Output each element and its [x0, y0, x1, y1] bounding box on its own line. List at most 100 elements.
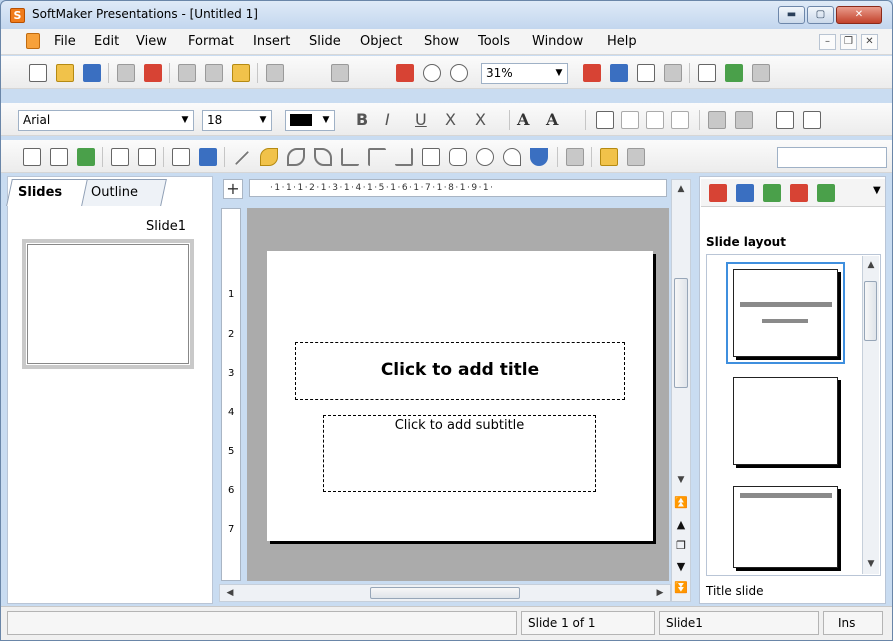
animation-icon[interactable]: [627, 148, 645, 166]
ellipse-icon[interactable]: [476, 148, 494, 166]
tab-outline[interactable]: Outline: [79, 179, 167, 206]
paint-icon[interactable]: [664, 64, 682, 82]
align-left-icon[interactable]: [596, 111, 614, 129]
menu-format[interactable]: Format: [188, 34, 234, 49]
menu-help[interactable]: Help: [607, 34, 637, 49]
vertical-ruler[interactable]: 1 2 3 4 5 6 7: [221, 208, 241, 581]
menu-insert[interactable]: Insert: [253, 34, 290, 49]
columns-icon[interactable]: [752, 64, 770, 82]
ole-insert-icon[interactable]: [111, 148, 129, 166]
last-slide-icon[interactable]: ⏬: [674, 580, 688, 596]
underline-button[interactable]: U: [415, 110, 427, 129]
copy-icon[interactable]: [205, 64, 223, 82]
curved-connector-icon[interactable]: [395, 148, 413, 166]
textart-icon[interactable]: [530, 148, 548, 166]
subscript-button[interactable]: A: [546, 110, 558, 129]
table-insert-icon[interactable]: [50, 148, 68, 166]
first-slide-icon[interactable]: ⏫: [674, 495, 688, 511]
paste-icon[interactable]: [232, 64, 250, 82]
superscript-button[interactable]: A: [517, 110, 529, 129]
scroll-right-icon[interactable]: ▶: [652, 585, 668, 601]
layout-tab-icon[interactable]: [709, 184, 727, 202]
slide[interactable]: Click to add title Click to add subtitle: [267, 251, 653, 541]
background-icon[interactable]: [790, 184, 808, 202]
doc-close-button[interactable]: ✕: [861, 34, 878, 50]
bold-button[interactable]: B: [356, 110, 368, 129]
cut-icon[interactable]: [178, 64, 196, 82]
transition-icon[interactable]: [817, 184, 835, 202]
object-name-field[interactable]: [777, 147, 887, 168]
actual-size-icon[interactable]: [396, 64, 414, 82]
subtitle-placeholder[interactable]: Click to add subtitle: [323, 415, 596, 492]
textframe-insert-icon[interactable]: [23, 148, 41, 166]
menu-slide[interactable]: Slide: [309, 34, 341, 49]
curve-icon[interactable]: [287, 148, 305, 166]
zoom-icon[interactable]: [423, 64, 441, 82]
film-insert-icon[interactable]: [172, 148, 190, 166]
text-color-combo[interactable]: ▼: [285, 110, 335, 131]
double-strike-button[interactable]: X: [475, 110, 486, 129]
scroll-thumb[interactable]: [674, 278, 688, 388]
open-icon[interactable]: [56, 64, 74, 82]
outline-icon[interactable]: [637, 64, 655, 82]
slide-thumbnail[interactable]: [22, 239, 194, 369]
text-frame-icon[interactable]: [583, 64, 601, 82]
save-icon[interactable]: [83, 64, 101, 82]
chevron-down-icon[interactable]: ▼: [318, 111, 334, 130]
scroll-up-icon[interactable]: ▲: [673, 181, 689, 197]
pilcrow-icon[interactable]: [698, 64, 716, 82]
menu-object[interactable]: Object: [360, 34, 402, 49]
align-center-icon[interactable]: [621, 111, 639, 129]
maximize-button[interactable]: ▢: [807, 6, 834, 24]
menu-show[interactable]: Show: [424, 34, 459, 49]
minimize-button[interactable]: ▬: [778, 6, 805, 24]
scroll-down-icon[interactable]: ▼: [673, 472, 689, 488]
scroll-thumb[interactable]: [864, 281, 877, 341]
grid-icon[interactable]: [566, 148, 584, 166]
rectangle-icon[interactable]: [422, 148, 440, 166]
rounded-rectangle-icon[interactable]: [449, 148, 467, 166]
doc-restore-button[interactable]: ❐: [840, 34, 857, 50]
previous-slide-icon[interactable]: ▲: [674, 517, 688, 533]
redo-icon[interactable]: [331, 64, 349, 82]
scroll-up-icon[interactable]: ▲: [863, 257, 879, 273]
close-button[interactable]: ✕: [836, 6, 882, 24]
polygon-icon[interactable]: [314, 148, 332, 166]
line-icon[interactable]: [234, 150, 250, 166]
pdf-icon[interactable]: [144, 64, 162, 82]
horizontal-scrollbar[interactable]: ◀ ▶: [219, 584, 671, 602]
font-size-combo[interactable]: 18 ▼: [202, 110, 272, 131]
numbering-icon[interactable]: [803, 111, 821, 129]
media-insert-icon[interactable]: [199, 148, 217, 166]
layout-blank[interactable]: [733, 377, 838, 465]
chevron-down-icon[interactable]: ▼: [551, 64, 567, 83]
menu-window[interactable]: Window: [532, 34, 583, 49]
design-tab-icon[interactable]: [736, 184, 754, 202]
elbow-connector-icon[interactable]: [368, 148, 386, 166]
menu-view[interactable]: View: [136, 34, 167, 49]
font-combo[interactable]: Arial ▼: [18, 110, 194, 131]
scroll-left-icon[interactable]: ◀: [222, 585, 238, 601]
new-icon[interactable]: [29, 64, 47, 82]
layout-title-only[interactable]: [733, 486, 838, 568]
tab-slides[interactable]: Slides: [6, 179, 88, 206]
spellcheck-icon[interactable]: [725, 64, 743, 82]
vertical-scrollbar[interactable]: ▲ ▼ ⏫ ▲ ❐ ▼ ⏬: [671, 179, 691, 602]
formula-insert-icon[interactable]: [138, 148, 156, 166]
slide-overview-icon[interactable]: ❐: [674, 538, 688, 554]
bullets-icon[interactable]: [776, 111, 794, 129]
freehand-icon[interactable]: [260, 148, 278, 166]
autoshape-icon[interactable]: [503, 148, 521, 166]
layout-scrollbar[interactable]: ▲ ▼: [862, 256, 879, 574]
chevron-down-icon[interactable]: ▼: [255, 111, 271, 130]
next-slide-icon[interactable]: ▼: [674, 559, 688, 575]
strikethrough-button[interactable]: X: [445, 110, 456, 129]
menu-file[interactable]: File: [54, 34, 76, 49]
justify-icon[interactable]: [671, 111, 689, 129]
hscroll-thumb[interactable]: [370, 587, 520, 599]
connector-icon[interactable]: [341, 148, 359, 166]
chevron-down-icon[interactable]: ▼: [873, 185, 881, 196]
color-scheme-icon[interactable]: [763, 184, 781, 202]
document-icon[interactable]: [26, 33, 40, 49]
align-right-icon[interactable]: [646, 111, 664, 129]
